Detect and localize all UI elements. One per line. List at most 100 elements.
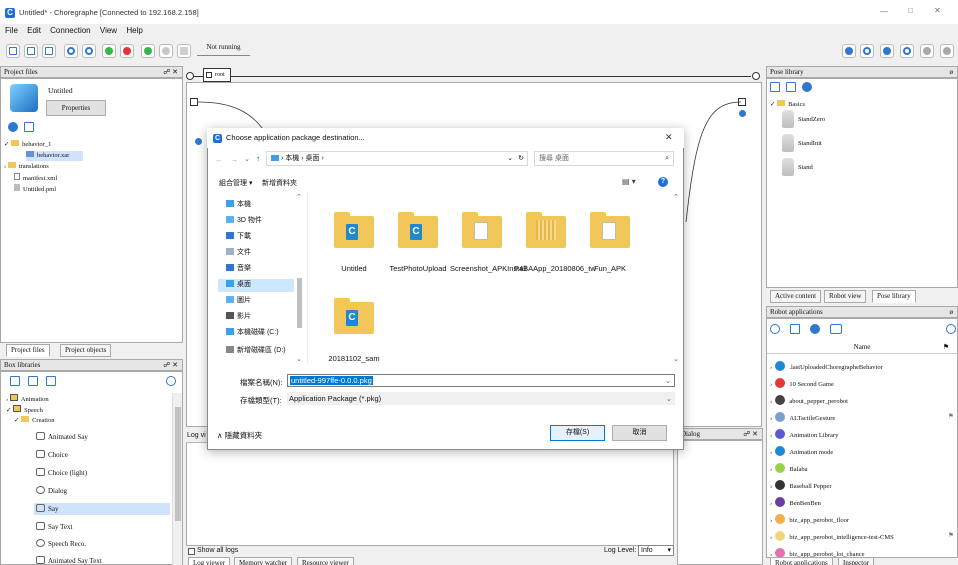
forward-button[interactable]: → bbox=[230, 155, 238, 164]
box-choice-light[interactable]: Choice (light) bbox=[36, 467, 87, 479]
folder-item[interactable]: C 20181102_sam bbox=[322, 292, 386, 364]
address-dropdown-icon[interactable]: ⌄ bbox=[507, 152, 513, 165]
folder-item[interactable]: Screenshot_APKInstall bbox=[450, 202, 527, 282]
autonomous-life-button[interactable] bbox=[860, 44, 874, 58]
app-row[interactable]: › 10 Second Game bbox=[770, 378, 834, 390]
tree-behavior-folder[interactable]: ✓ behavior_1 bbox=[4, 140, 51, 150]
app-row[interactable]: › ALTactileGesture ⚑ bbox=[770, 412, 954, 424]
new-pose-icon[interactable] bbox=[770, 82, 780, 92]
up-button[interactable]: ↑ bbox=[256, 154, 260, 163]
breadcrumb-desktop[interactable]: 桌面 bbox=[306, 155, 320, 162]
box-animated-say-text[interactable]: Animated Say Text bbox=[36, 555, 102, 565]
file-grid-scrollbar[interactable]: ⌃ ⌄ bbox=[672, 193, 681, 363]
stop-button[interactable] bbox=[159, 44, 173, 58]
tab-pose-library[interactable]: Pose library bbox=[872, 290, 916, 303]
app-row[interactable]: › Animation Library bbox=[770, 429, 838, 441]
menu-view[interactable]: View bbox=[100, 26, 117, 35]
folder-item[interactable]: P4BAApp_20180806_tw bbox=[514, 202, 596, 282]
tree-speech[interactable]: ✓ Speech bbox=[6, 405, 43, 416]
menu-file[interactable]: File bbox=[5, 26, 18, 35]
nav-music[interactable]: 音樂 bbox=[226, 263, 251, 275]
nav-drive-d[interactable]: 新增磁碟區 (D:) bbox=[226, 345, 286, 357]
library-search-icon[interactable] bbox=[166, 376, 176, 386]
add-app-icon[interactable] bbox=[810, 324, 820, 334]
folder-item[interactable]: C Untitled bbox=[322, 202, 386, 282]
open-library-icon[interactable] bbox=[28, 376, 38, 386]
volume-button[interactable] bbox=[842, 44, 856, 58]
robot-sleep-button[interactable] bbox=[900, 44, 914, 58]
view-options-button[interactable]: ▤ ▾ bbox=[622, 177, 636, 186]
root-breadcrumb[interactable]: root bbox=[203, 68, 231, 82]
help-icon[interactable]: ? bbox=[658, 177, 668, 187]
box-libraries-scrollbar[interactable] bbox=[172, 393, 182, 565]
open-pose-icon[interactable] bbox=[786, 82, 796, 92]
tab-robot-applications[interactable]: Robot applications bbox=[770, 557, 833, 565]
organize-button[interactable]: 組合管理 ▾ bbox=[219, 178, 252, 188]
robot-apps-dock-controls[interactable]: ø bbox=[950, 307, 954, 317]
maximize-button[interactable]: □ bbox=[908, 6, 913, 15]
cancel-button[interactable]: 取消 bbox=[612, 425, 667, 441]
app-row[interactable]: › biz_app_perobot_intelligence-test-CMS ⚑ bbox=[770, 531, 954, 543]
tree-animation[interactable]: › Animation bbox=[6, 394, 49, 405]
app-row[interactable]: › Balaba bbox=[770, 463, 807, 475]
robot-heart-button[interactable] bbox=[880, 44, 894, 58]
tab-robot-view[interactable]: Robot view bbox=[824, 290, 867, 303]
hide-folders-button[interactable]: ∧ 隱藏資料夾 bbox=[217, 430, 262, 441]
tab-resource-viewer[interactable]: Resource viewer bbox=[297, 557, 354, 565]
nav-3d-objects[interactable]: 3D 物件 bbox=[226, 215, 262, 227]
play-button[interactable] bbox=[141, 44, 155, 58]
tab-memory-watcher[interactable]: Memory watcher bbox=[234, 557, 293, 565]
nav-documents[interactable]: 文件 bbox=[226, 247, 251, 259]
refresh-icon[interactable]: ↻ bbox=[518, 152, 524, 165]
upload-run-button[interactable] bbox=[120, 44, 134, 58]
app-row[interactable]: › BenBenBen bbox=[770, 497, 821, 509]
connect-button[interactable] bbox=[64, 44, 78, 58]
folder-item[interactable]: C TestPhotoUpload bbox=[386, 202, 450, 282]
box-say-text[interactable]: Say Text bbox=[36, 521, 72, 533]
pose-folder-basics[interactable]: ✓ Basics bbox=[770, 100, 805, 110]
tab-project-files[interactable]: Project files bbox=[6, 344, 50, 357]
library-menu-icon[interactable] bbox=[46, 376, 56, 386]
box-choice[interactable]: Choice bbox=[36, 449, 68, 461]
folder-item[interactable]: Fun_APK bbox=[578, 202, 642, 282]
save-project-button[interactable] bbox=[42, 44, 56, 58]
new-project-button[interactable] bbox=[6, 44, 20, 58]
tab-inspector[interactable]: Inspector bbox=[838, 557, 875, 565]
tree-translations-folder[interactable]: › translations bbox=[4, 162, 49, 172]
nav-drive-c[interactable]: 本機磁碟 (C:) bbox=[226, 327, 279, 339]
filetype-select[interactable]: Application Package (*.pkg) ⌄ bbox=[287, 392, 675, 405]
properties-button[interactable]: Properties bbox=[46, 100, 106, 116]
disconnect-button[interactable] bbox=[82, 44, 96, 58]
package-app-icon[interactable] bbox=[830, 324, 842, 334]
log-level-select[interactable]: Info ▾ bbox=[638, 545, 674, 556]
upload-button[interactable] bbox=[102, 44, 116, 58]
breadcrumb-pc[interactable]: 本機 bbox=[285, 155, 299, 162]
save-button[interactable]: 存檔(S) bbox=[550, 425, 605, 441]
minimize-button[interactable]: — bbox=[880, 7, 888, 16]
grid-scroll-up-icon[interactable]: ⌃ bbox=[673, 193, 679, 201]
tree-behavior-xar[interactable]: behavior.xar bbox=[26, 151, 84, 161]
recent-locations-button[interactable]: ⌄ bbox=[244, 155, 250, 163]
address-bar[interactable]: › 本機 › 桌面 › ⌄ ↻ bbox=[266, 151, 528, 166]
nav-pictures[interactable]: 圖片 bbox=[226, 295, 251, 307]
tab-log-viewer[interactable]: Log viewer bbox=[188, 557, 231, 565]
tab-active-content[interactable]: Active content bbox=[770, 290, 822, 303]
app-row[interactable]: › biz_app_perobot_floor bbox=[770, 514, 849, 526]
new-folder-button[interactable]: 新增資料夾 bbox=[262, 178, 297, 188]
nav-scroll-thumb[interactable] bbox=[297, 278, 302, 328]
nav-videos[interactable]: 影片 bbox=[226, 311, 251, 323]
menu-connection[interactable]: Connection bbox=[50, 26, 90, 35]
robot-extra-button[interactable] bbox=[940, 44, 954, 58]
dialog-close-button[interactable]: ✕ bbox=[665, 132, 673, 143]
nav-desktop[interactable]: 桌面 bbox=[226, 279, 251, 291]
refresh-apps-icon[interactable] bbox=[946, 324, 956, 334]
nav-scroll-up-icon[interactable]: ⌃ bbox=[296, 193, 302, 201]
box-say[interactable]: Say bbox=[34, 503, 170, 515]
apps-name-column-header[interactable]: Name ⚑ bbox=[767, 343, 957, 354]
tab-project-objects[interactable]: Project objects bbox=[60, 344, 112, 357]
robot-settings-button[interactable] bbox=[920, 44, 934, 58]
box-dialog[interactable]: Dialog bbox=[36, 485, 67, 497]
import-file-icon[interactable] bbox=[24, 122, 34, 132]
app-row[interactable]: › .lastUploadedChoregrapheBehavior bbox=[770, 361, 883, 373]
nav-pane-scrollbar[interactable]: ⌃ ⌄ bbox=[295, 193, 304, 363]
